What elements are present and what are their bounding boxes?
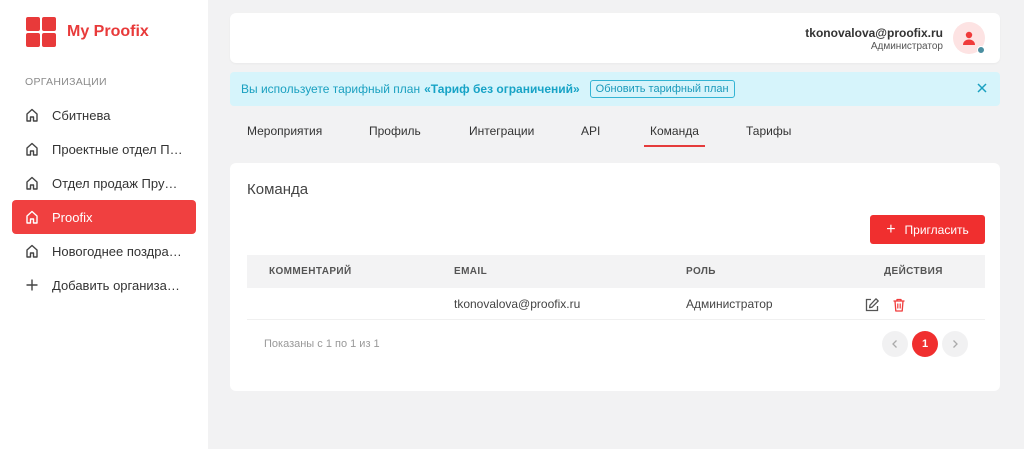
user-role: Администратор bbox=[870, 41, 943, 52]
user-icon bbox=[963, 31, 975, 45]
pagination-info: Показаны с 1 по 1 из 1 bbox=[264, 338, 380, 350]
column-email: EMAIL bbox=[454, 266, 488, 277]
team-card: Команда + Пригласить КОММЕНТАРИЙ EMAIL Р… bbox=[230, 163, 1000, 391]
online-status-dot bbox=[977, 46, 985, 54]
sidebar-item-label: Отдел продаж Пруфикс bbox=[52, 175, 184, 191]
column-role: РОЛЬ bbox=[686, 266, 716, 277]
delete-icon[interactable] bbox=[891, 297, 907, 313]
row-email: tkonovalova@proofix.ru bbox=[454, 297, 581, 311]
tab-tariffs[interactable]: Тарифы bbox=[746, 124, 791, 138]
sidebar-item-sbitneva[interactable]: Сбитнева bbox=[12, 98, 196, 132]
home-icon bbox=[24, 141, 40, 157]
sidebar-item-label: Проектные отдел Пруфикс bbox=[52, 141, 184, 157]
add-organization-button[interactable]: Добавить организацию bbox=[12, 268, 196, 302]
sidebar-item-sales-dept[interactable]: Отдел продаж Пруфикс bbox=[12, 166, 196, 200]
home-icon bbox=[24, 175, 40, 191]
organizations-label: ОРГАНИЗАЦИИ bbox=[25, 76, 107, 88]
chevron-left-icon bbox=[892, 340, 897, 348]
tabs: Мероприятия Профиль Интеграции API Коман… bbox=[230, 118, 1000, 150]
organizations-nav: Сбитнева Проектные отдел Пруфикс Отдел п… bbox=[12, 98, 196, 302]
table-header: КОММЕНТАРИЙ EMAIL РОЛЬ ДЕЙСТВИЯ bbox=[247, 255, 985, 288]
sidebar: My Proofix ОРГАНИЗАЦИИ Сбитнева Проектны… bbox=[0, 0, 208, 449]
table-row: tkonovalova@proofix.ru Администратор bbox=[247, 288, 985, 320]
logo[interactable]: My Proofix bbox=[26, 17, 149, 47]
edit-icon[interactable] bbox=[864, 297, 880, 313]
sidebar-item-project-dept[interactable]: Проектные отдел Пруфикс bbox=[12, 132, 196, 166]
home-icon bbox=[24, 243, 40, 259]
sidebar-item-new-year[interactable]: Новогоднее поздравление bbox=[12, 234, 196, 268]
column-comment: КОММЕНТАРИЙ bbox=[269, 266, 352, 277]
avatar[interactable] bbox=[953, 22, 985, 54]
sidebar-item-label: Сбитнева bbox=[52, 107, 111, 123]
sidebar-item-proofix[interactable]: Proofix bbox=[12, 200, 196, 234]
column-actions: ДЕЙСТВИЯ bbox=[884, 266, 943, 277]
close-icon[interactable] bbox=[974, 80, 990, 96]
plan-alert: Вы используете тарифный план «Тариф без … bbox=[230, 72, 1000, 106]
page-title: Команда bbox=[247, 181, 309, 198]
invite-button[interactable]: + Пригласить bbox=[870, 215, 985, 244]
upgrade-plan-button[interactable]: Обновить тарифный план bbox=[589, 80, 735, 98]
user-email: tkonovalova@proofix.ru bbox=[805, 26, 943, 40]
plan-name: «Тариф без ограничений» bbox=[424, 82, 580, 96]
chevron-right-icon bbox=[953, 340, 958, 348]
tab-events[interactable]: Мероприятия bbox=[247, 124, 322, 138]
tab-team[interactable]: Команда bbox=[644, 124, 705, 147]
tab-profile[interactable]: Профиль bbox=[369, 124, 421, 138]
sidebar-item-label: Proofix bbox=[52, 209, 93, 225]
plus-icon bbox=[24, 277, 40, 293]
tab-api[interactable]: API bbox=[581, 124, 600, 138]
next-page-button[interactable] bbox=[942, 331, 968, 357]
home-icon bbox=[24, 107, 40, 123]
plus-icon: + bbox=[886, 220, 896, 238]
tab-integrations[interactable]: Интеграции bbox=[469, 124, 534, 138]
sidebar-item-label: Новогоднее поздравление bbox=[52, 243, 184, 259]
invite-label: Пригласить bbox=[904, 222, 969, 237]
page-button-1[interactable]: 1 bbox=[912, 331, 938, 357]
row-role: Администратор bbox=[686, 297, 773, 311]
prev-page-button[interactable] bbox=[882, 331, 908, 357]
alert-text: Вы используете тарифный план bbox=[241, 82, 421, 96]
logo-icon bbox=[26, 17, 56, 47]
brand-name: My Proofix bbox=[67, 23, 149, 40]
pagination: 1 bbox=[878, 331, 968, 357]
home-icon bbox=[24, 209, 40, 225]
sidebar-item-label: Добавить организацию bbox=[52, 277, 184, 293]
top-header: tkonovalova@proofix.ru Администратор bbox=[230, 13, 1000, 63]
